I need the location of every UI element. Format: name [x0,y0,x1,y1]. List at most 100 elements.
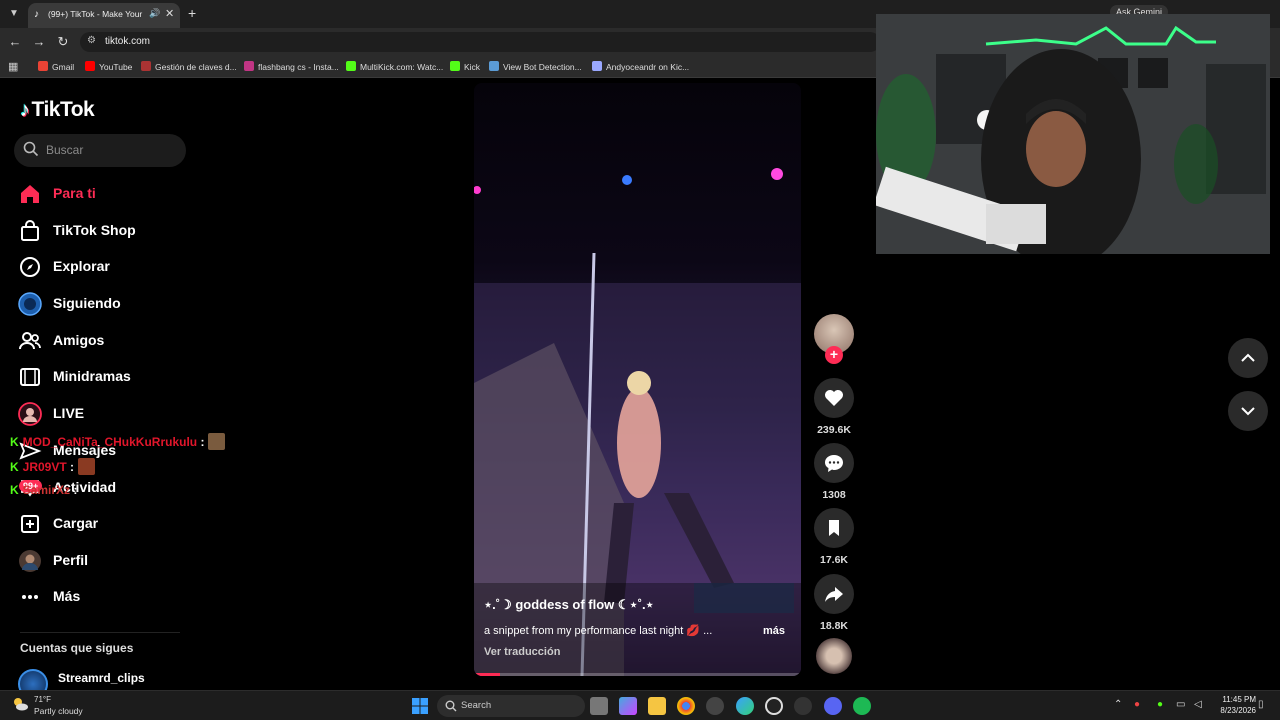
globe-icon [592,61,602,71]
comment-action[interactable]: 1308 [814,443,854,501]
new-tab-icon[interactable]: + [188,5,196,21]
chrome-icon[interactable] [677,697,695,715]
bookmark-flashbang[interactable]: flashbang cs - Insta... [244,61,339,72]
emote-icon [208,433,226,450]
more-button[interactable]: más [763,625,785,637]
site-info-icon[interactable]: ⚙ [87,35,96,46]
tab-close-icon[interactable]: ✕ [165,7,174,20]
tiktok-note-icon: ♪ [20,99,30,121]
bookmark-gestion[interactable]: Gestión de claves d... [141,61,237,72]
clock-time[interactable]: 11:45 PM [1216,695,1256,704]
file-explorer-icon[interactable] [648,697,666,715]
multikick-icon [346,61,356,71]
nav-label: LIVE [53,405,85,421]
nav-live[interactable]: LIVE [18,400,218,428]
spotify-icon[interactable] [853,697,871,715]
nav-label: Siguiendo [53,295,121,311]
share-button[interactable] [814,574,854,614]
previous-video-button[interactable] [1228,338,1268,378]
nav-perfil[interactable]: Perfil [18,547,218,575]
video-progress-fill [474,673,501,676]
music-disc[interactable] [816,638,852,674]
tab-audio-icon[interactable]: 🔊 [149,8,160,19]
profile-avatar-icon [19,550,41,572]
taskbar-search[interactable]: Search [437,695,585,717]
back-icon[interactable]: ← [7,34,23,50]
task-view-icon[interactable] [590,697,608,715]
clock-date[interactable]: 8/23/2026 [1212,706,1256,715]
partly-cloudy-icon [14,698,28,711]
webcam-frame [876,14,1270,254]
like-action[interactable]: 239.6K [814,378,854,436]
kick-icon: K [10,435,19,449]
bookmark-gmail[interactable]: Gmail [38,61,74,72]
video-progress-bar[interactable] [474,673,801,676]
discord-icon[interactable] [824,697,842,715]
nav-explorar[interactable]: Explorar [18,253,218,281]
comment-icon [825,455,843,472]
kick-icon [450,61,460,71]
screen: ▼ ♪ (99+) TikTok - Make Your Day 🔊 ✕ + A… [0,0,1280,720]
windows-start-icon[interactable] [411,697,429,715]
chat-colon: : [73,483,78,497]
film-icon [20,368,40,386]
edge-icon[interactable] [736,697,754,715]
next-video-button[interactable] [1228,391,1268,431]
share-count: 18.8K [819,620,849,632]
comment-button[interactable] [814,443,854,483]
bookmark-viewbot[interactable]: View Bot Detection... [489,61,582,72]
key-icon [141,61,151,71]
share-icon [825,587,843,602]
youtube-icon [85,61,95,71]
nav-para-ti[interactable]: Para ti [18,180,218,208]
tiktok-logo[interactable]: ♪TikTok [20,98,95,124]
share-action[interactable]: 18.8K [814,574,854,632]
nav-cargar[interactable]: Cargar [18,510,218,538]
nav-amigos[interactable]: Amigos [18,327,218,355]
bookmark-youtube[interactable]: YouTube [85,61,132,72]
search-icon [23,141,39,157]
bookmark-icon [829,520,839,536]
apps-grid-icon[interactable]: ▦ [8,60,18,73]
following-header: Cuentas que sigues [20,641,134,655]
search-box[interactable] [14,134,186,167]
nav-siguiendo[interactable]: Siguiendo [18,290,218,318]
browser-tab-tiktok[interactable]: ♪ (99+) TikTok - Make Your Day 🔊 ✕ [28,3,180,28]
copilot-icon[interactable] [619,697,637,715]
bookmark-kick[interactable]: Kick [450,61,480,72]
translate-button[interactable]: Ver traducción [484,646,560,658]
chat-username: MOD_CaNiTa_CHukKuRrukulu [22,435,198,449]
like-button[interactable] [814,378,854,418]
volume-icon[interactable]: ◁ [1194,699,1202,710]
nav-tiktok-shop[interactable]: TikTok Shop [18,217,218,245]
obs-icon[interactable] [765,697,783,715]
tray-app-icon[interactable]: ● [1134,699,1140,710]
settings-icon[interactable] [794,697,812,715]
chat-message: K JR09VT : [10,458,96,475]
tray-chevron-icon[interactable]: ⌃ [1114,699,1122,710]
webcam-overlay [876,14,1270,254]
microphone-icon[interactable]: ● [1157,699,1163,710]
app-icon[interactable] [706,697,724,715]
nav-minidramas[interactable]: Minidramas [18,363,218,391]
divider [20,632,180,633]
reload-icon[interactable]: ↻ [55,34,71,50]
tab-list-icon[interactable]: ▼ [6,6,22,22]
nav-label: TikTok Shop [53,222,136,238]
nav-label: Cargar [53,515,99,531]
search-input[interactable] [46,138,181,162]
bookmark-andyoceandr[interactable]: Andyoceandr on Kic... [592,61,689,72]
save-action[interactable]: 17.6K [814,508,854,566]
forward-icon[interactable]: → [31,34,47,50]
notification-icon[interactable]: ▯ [1258,699,1264,710]
more-icon [22,595,38,599]
bookmark-multikick[interactable]: MultiKick.com: Watc... [346,61,443,72]
address-bar[interactable]: ⚙ tiktok.com [80,32,880,52]
save-button[interactable] [814,508,854,548]
network-icon[interactable]: ▭ [1176,699,1185,710]
following-avatar-icon [18,292,42,316]
follow-plus-icon[interactable]: + [825,346,843,364]
nav-mas[interactable]: Más [18,583,218,611]
globe-icon [489,61,499,71]
video-player[interactable]: ⋆.˚☽ goddess of flow ☾⋆˚.⋆ a snippet fro… [474,83,801,676]
